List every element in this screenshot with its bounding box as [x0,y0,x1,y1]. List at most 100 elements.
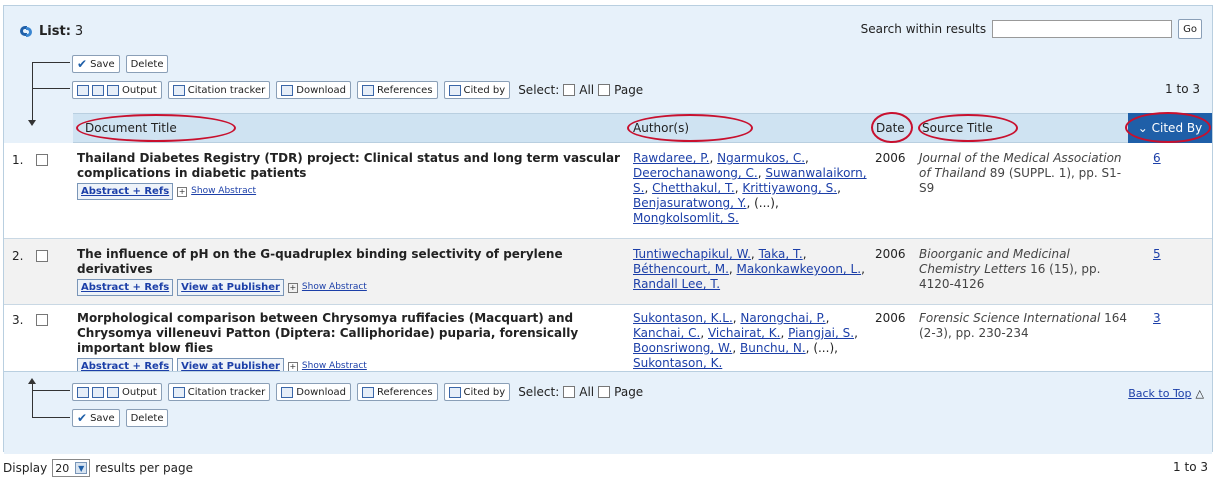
per-page-value: 20 [55,461,70,475]
cited-by-label: Cited by [463,386,506,398]
author-link[interactable]: Vichairat, K. [708,326,780,340]
download-button[interactable]: Download [276,81,351,99]
top-bracket-line [32,62,33,120]
download-label: Download [296,84,346,96]
display-label: Display [3,461,48,475]
record-title-block: The influence of pH on the G-quadruplex … [77,247,622,296]
cited-count-link[interactable]: 6 [1153,151,1161,165]
email-icon [107,386,119,398]
citation-tracker-label: Citation tracker [187,84,266,96]
record-title[interactable]: Thailand Diabetes Registry (TDR) project… [77,151,622,181]
references-button[interactable]: References [356,81,438,99]
record-title-block: Morphological comparison between Chrysom… [77,311,622,375]
author-link[interactable]: Tuntiwechapikul, W. [633,247,751,261]
author-link[interactable]: Ngarmukos, C. [717,151,805,165]
record-title-block: Thailand Diabetes Registry (TDR) project… [77,151,622,200]
cited-count-link[interactable]: 3 [1153,311,1161,325]
citation-tracker-button[interactable]: Citation tracker [167,383,271,401]
save-label: Save [90,412,115,424]
author-link[interactable]: Chetthakul, T. [652,181,735,195]
search-input[interactable] [992,20,1173,38]
download-button[interactable]: Download [276,383,351,401]
record-number: 2. [12,249,24,263]
cited-by-button[interactable]: Cited by [443,383,511,401]
references-button[interactable]: References [356,383,438,401]
author-link[interactable]: Boonsriwong, W. [633,341,732,355]
col-authors[interactable]: Author(s) [633,121,689,135]
author-link[interactable]: Randall Lee, T. [633,277,720,291]
arrow-down-icon [28,120,36,126]
author-link[interactable]: Narongchai, P. [740,311,825,325]
output-label: Output [122,386,157,398]
record-links: Abstract + Refs + Show Abstract [77,183,622,200]
select-controls: Select: All Page [518,385,643,399]
author-link[interactable]: Bunchu, N. [740,341,806,355]
save-button[interactable]: ✔ Save [72,409,120,427]
source-title: Forensic Science International [919,311,1101,325]
sort-chevron-icon: ⌄ [1137,121,1152,135]
author-link[interactable]: Benjasuratwong, Y. [633,196,746,210]
record-title[interactable]: The influence of pH on the G-quadruplex … [77,247,622,277]
expand-plus-icon[interactable]: + [177,186,188,197]
select-all-checkbox[interactable] [563,386,576,398]
save-button[interactable]: ✔ Save [72,55,120,73]
delete-button[interactable]: Delete [125,55,169,73]
list-count: 3 [74,24,84,39]
per-page-select[interactable]: 20 ▼ [52,459,91,477]
select-page-checkbox[interactable] [598,386,611,398]
abstract-refs-link[interactable]: Abstract + Refs [77,183,174,200]
col-date[interactable]: Date [876,121,905,135]
select-page-checkbox[interactable] [598,84,611,96]
author-link[interactable]: Piangjai, S. [788,326,854,340]
table-row: 2. The influence of pH on the G-quadrupl… [4,239,1212,305]
back-to-top[interactable]: Back to Top △ [1128,387,1204,400]
top-actions-row: ✔ Save Delete [72,55,169,73]
record-checkbox[interactable] [36,314,48,326]
result-range-bottom: 1 to 3 [1173,460,1208,474]
output-button[interactable]: Output [72,81,162,99]
author-link[interactable]: Taka, T. [759,247,803,261]
record-year: 2006 [875,247,906,261]
col-cited-by[interactable]: ⌄ Cited By [1128,113,1212,143]
checkmark-icon: ✔ [77,57,88,71]
author-link[interactable]: Sukontason, K.L. [633,311,733,325]
author-link[interactable]: Sukontason, K. [633,356,722,370]
cited-by-button[interactable]: Cited by [443,81,511,99]
show-abstract-link[interactable]: Show Abstract [302,280,367,295]
record-checkbox[interactable] [36,154,48,166]
record-authors: Sukontason, K.L., Narongchai, P., Kancha… [633,311,858,370]
author-link[interactable]: Rawdaree, P. [633,151,709,165]
col-document-title[interactable]: Document Title [85,121,177,135]
top-bracket-tick [32,88,70,89]
author-link[interactable]: Béthencourt, M. [633,262,729,276]
record-checkbox[interactable] [36,250,48,262]
view-at-publisher-link[interactable]: View at Publisher [177,279,284,296]
record-source: Forensic Science International 164 (2-3)… [919,311,1129,341]
checkmark-icon: ✔ [77,411,88,425]
back-to-top-link[interactable]: Back to Top [1128,387,1191,400]
record-title[interactable]: Morphological comparison between Chrysom… [77,311,622,356]
chevron-down-icon: ▼ [75,462,88,474]
author-link[interactable]: Kanchai, C. [633,326,700,340]
output-button[interactable]: Output [72,383,162,401]
author-link[interactable]: Deerochanawong, C. [633,166,758,180]
select-page-label: Page [614,83,644,97]
expand-plus-icon[interactable]: + [287,282,298,293]
select-label: Select: [518,83,560,97]
export-icon [77,386,89,398]
record-year: 2006 [875,311,906,325]
list-title: List: 3 [18,24,83,39]
author-link[interactable]: Krittiyawong, S. [742,181,837,195]
go-button[interactable]: Go [1178,19,1202,39]
delete-button[interactable]: Delete [125,409,169,427]
author-link[interactable]: Makonkawkeyoon, L. [737,262,862,276]
expand-plus-icon[interactable]: + [287,361,298,372]
author-link[interactable]: Mongkolsomlit, S. [633,211,739,225]
select-all-checkbox[interactable] [563,84,576,96]
citation-tracker-button[interactable]: Citation tracker [167,81,271,99]
cited-count-link[interactable]: 5 [1153,247,1161,261]
abstract-refs-link[interactable]: Abstract + Refs [77,279,174,296]
show-abstract-link[interactable]: Show Abstract [191,184,256,199]
author-ellipsis: (...) [813,341,835,355]
col-source-title[interactable]: Source Title [922,121,993,135]
